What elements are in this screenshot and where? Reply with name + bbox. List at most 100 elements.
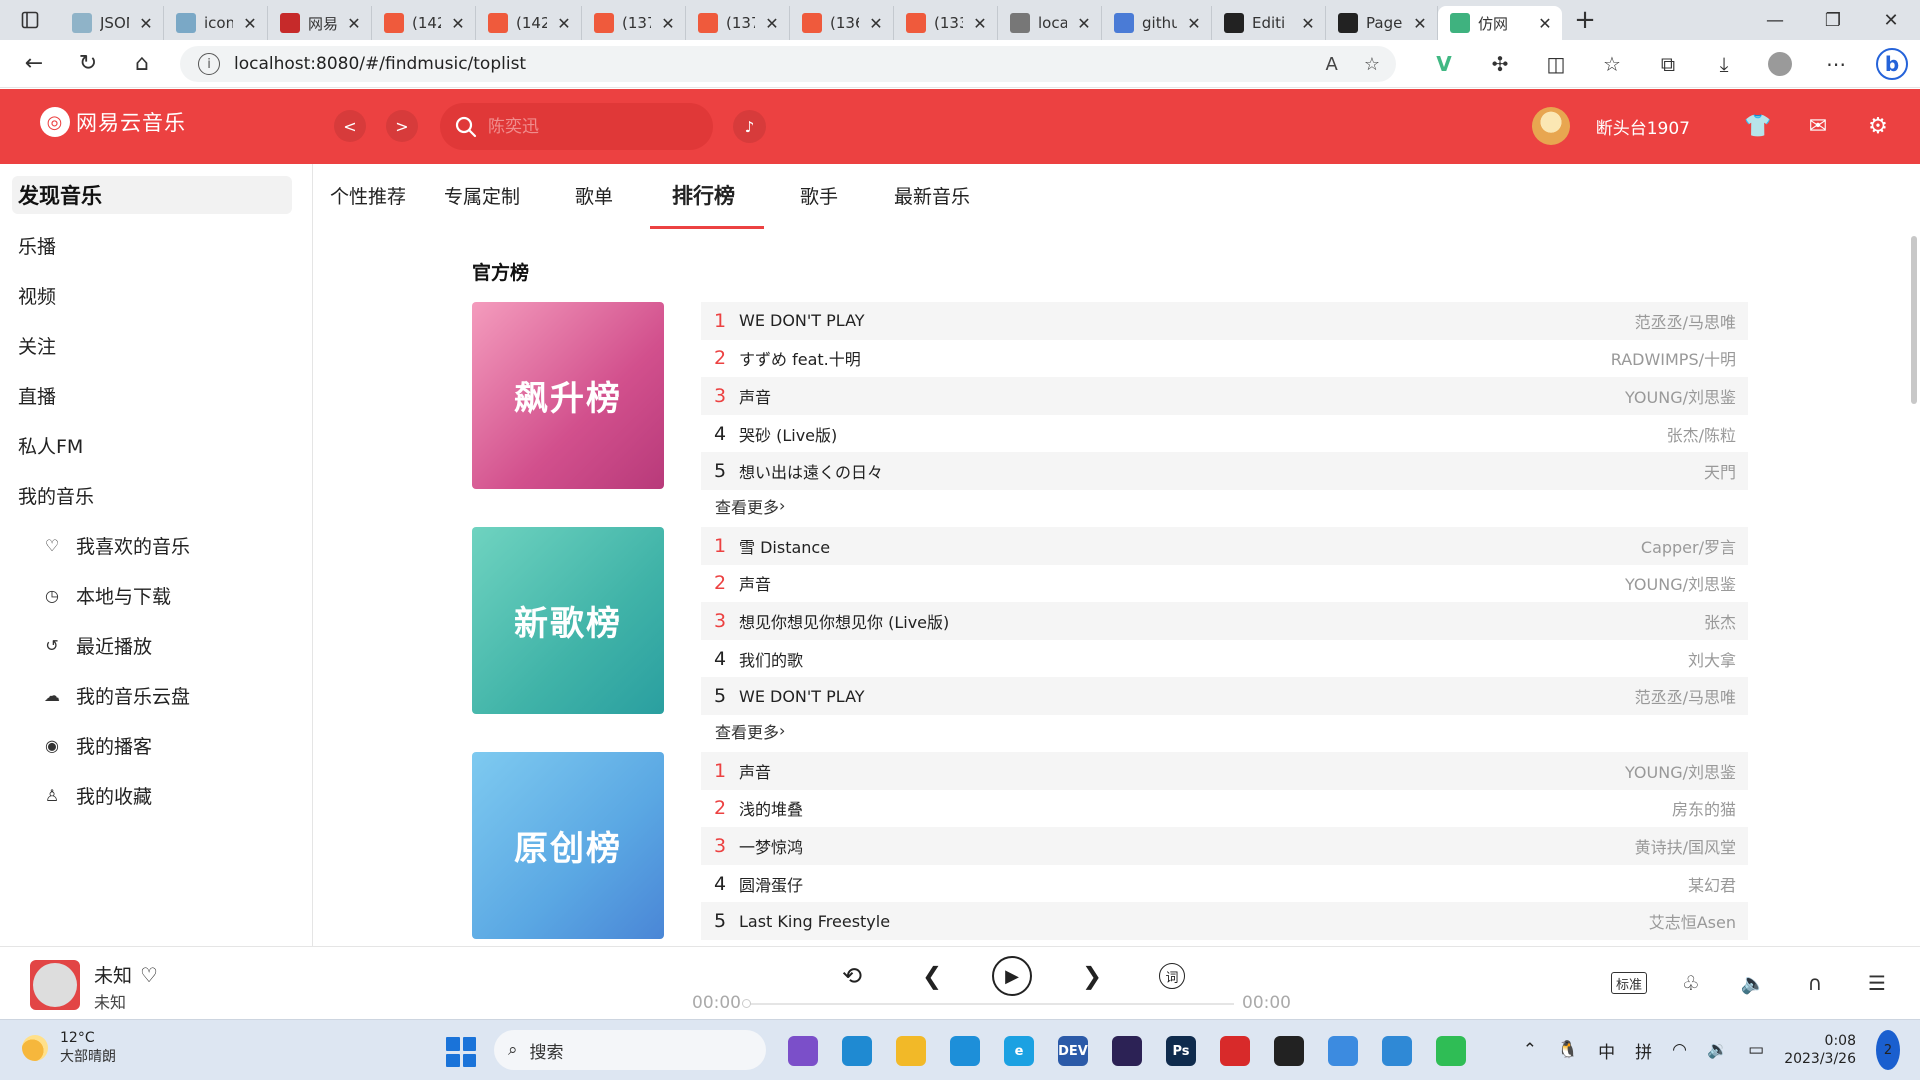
previous-track-icon[interactable]: ❮	[892, 953, 972, 999]
wechat-app-icon[interactable]	[1424, 1030, 1478, 1072]
song-artist[interactable]: 天門	[1704, 459, 1736, 483]
browser-tab[interactable]: githu ✕	[1102, 6, 1212, 40]
now-playing-artist[interactable]: 未知	[94, 989, 126, 1013]
search-input[interactable]	[488, 116, 688, 137]
tab-artists[interactable]: 歌手	[800, 182, 838, 209]
close-window-button[interactable]: ✕	[1862, 0, 1920, 40]
close-tab-icon[interactable]: ✕	[1299, 14, 1317, 33]
see-more-link[interactable]: 查看更多 ›	[701, 490, 1748, 522]
vscode-app-icon[interactable]	[830, 1030, 884, 1072]
browser-tab[interactable]: Page ✕	[1326, 6, 1438, 40]
netease-music-app-icon[interactable]	[1208, 1030, 1262, 1072]
close-tab-icon[interactable]: ✕	[867, 14, 885, 33]
username[interactable]: 断头台1907	[1596, 114, 1690, 139]
sidebar-item-collection[interactable]: ♙ 我的收藏	[42, 782, 152, 809]
tray-overflow-icon[interactable]: ⌃	[1513, 1030, 1547, 1070]
ime-lang[interactable]: 中	[1588, 1030, 1625, 1070]
browser-tab[interactable]: 网易 ✕	[268, 6, 372, 40]
sound-effect-icon[interactable]: ♧	[1660, 965, 1722, 1001]
song-artist[interactable]: RADWIMPS/十明	[1611, 346, 1736, 370]
next-track-icon[interactable]: ❯	[1052, 953, 1132, 999]
song-artist[interactable]: 某幻君	[1688, 872, 1736, 896]
sidebar-item-recent[interactable]: ↺ 最近播放	[42, 632, 152, 659]
image-viewer-app-icon[interactable]	[1370, 1030, 1424, 1072]
song-artist[interactable]: 房东的猫	[1672, 796, 1736, 820]
song-artist[interactable]: Capper/罗言	[1641, 534, 1736, 558]
minimize-button[interactable]: —	[1746, 0, 1804, 40]
scrollbar[interactable]	[1908, 236, 1920, 406]
close-tab-icon[interactable]: ✕	[659, 14, 677, 33]
back-icon[interactable]: ←	[12, 42, 56, 86]
home-icon[interactable]: ⌂	[120, 42, 164, 86]
listen-recognize-icon[interactable]: ♪	[733, 110, 766, 143]
song-artist[interactable]: YOUNG/刘思鉴	[1625, 571, 1736, 595]
playlist-icon[interactable]: ☰	[1846, 965, 1908, 1001]
browser-tab[interactable]: Editi ✕	[1212, 6, 1326, 40]
tab-playlists[interactable]: 歌单	[575, 182, 613, 209]
browser-tab[interactable]: 仿网 ✕	[1438, 6, 1562, 40]
ime-mode[interactable]: 拼	[1625, 1030, 1662, 1070]
notepad-app-icon[interactable]	[1316, 1030, 1370, 1072]
song-artist[interactable]: 范丞丞/马思唯	[1635, 309, 1736, 333]
vue-devtools-icon[interactable]: V	[1416, 40, 1472, 88]
favorites-icon[interactable]: ☆	[1584, 40, 1640, 88]
song-artist[interactable]: YOUNG/刘思鉴	[1625, 759, 1736, 783]
close-tab-icon[interactable]: ✕	[555, 14, 573, 33]
ie-app-icon[interactable]: e	[992, 1030, 1046, 1072]
read-aloud-icon[interactable]: A	[1326, 54, 1338, 75]
song-row[interactable]: 3 想见你想见你想见你 (Live版) 张杰	[701, 602, 1748, 640]
tab-custom[interactable]: 专属定制	[444, 182, 520, 209]
song-row[interactable]: 5 Last King Freestyle 艾志恒Asen	[701, 902, 1748, 940]
bing-copilot-icon[interactable]: b	[1864, 40, 1920, 88]
volume-icon[interactable]: 🔈	[1722, 965, 1784, 1001]
chart-cover[interactable]: 新歌榜	[472, 527, 664, 714]
close-tab-icon[interactable]: ✕	[1536, 14, 1554, 33]
close-tab-icon[interactable]: ✕	[449, 14, 467, 33]
more-menu-icon[interactable]: ⋯	[1808, 40, 1864, 88]
qq-icon[interactable]: 🐧	[1547, 1030, 1588, 1070]
sidebar-item-cloud[interactable]: ☁ 我的音乐云盘	[42, 682, 190, 709]
weather-widget[interactable]: 12°C 大部晴朗	[22, 1030, 116, 1066]
sidebar-item-video[interactable]: 视频	[18, 282, 56, 309]
loop-mode-icon[interactable]: ⟲	[812, 953, 892, 999]
notification-badge[interactable]: 2	[1876, 1030, 1900, 1070]
scrollbar-thumb[interactable]	[1911, 236, 1917, 404]
new-tab-button[interactable]: +	[1562, 3, 1608, 37]
collections-icon[interactable]: ⧉	[1640, 40, 1696, 88]
song-row[interactable]: 4 哭砂 (Live版) 张杰/陈粒	[701, 415, 1748, 453]
song-row[interactable]: 5 WE DON'T PLAY 范丞丞/马思唯	[701, 677, 1748, 715]
song-row[interactable]: 1 WE DON'T PLAY 范丞丞/马思唯	[701, 302, 1748, 340]
now-playing-title[interactable]: 未知	[94, 961, 132, 988]
avatar[interactable]	[1531, 107, 1570, 145]
song-row[interactable]: 2 すずめ feat.十明 RADWIMPS/十明	[701, 340, 1748, 378]
sidebar-item-fm[interactable]: 私人FM	[18, 432, 83, 459]
song-artist[interactable]: 张杰	[1704, 609, 1736, 633]
site-info-icon[interactable]: i	[198, 53, 220, 75]
now-playing-cover[interactable]	[30, 960, 80, 1010]
song-row[interactable]: 5 想い出は遠くの日々 天門	[701, 452, 1748, 490]
tab-recommend[interactable]: 个性推荐	[330, 182, 406, 209]
eclipse-app-icon[interactable]	[1100, 1030, 1154, 1072]
start-menu-icon[interactable]	[446, 1037, 476, 1067]
close-tab-icon[interactable]: ✕	[763, 14, 781, 33]
browser-tab[interactable]: (133 ✕	[894, 6, 998, 40]
battery-icon[interactable]: ▭	[1738, 1030, 1774, 1070]
terminal-app-icon[interactable]	[1262, 1030, 1316, 1072]
chart-cover[interactable]: 飙升榜	[472, 302, 664, 489]
settings-gear-icon[interactable]: ⚙	[1848, 107, 1908, 145]
close-tab-icon[interactable]: ✕	[241, 14, 259, 33]
edge-app-icon[interactable]	[938, 1030, 992, 1072]
song-row[interactable]: 3 声音 YOUNG/刘思鉴	[701, 377, 1748, 415]
chart-cover[interactable]: 原创榜	[472, 752, 664, 939]
wifi-icon[interactable]: ◠	[1662, 1030, 1697, 1070]
devc-app-icon[interactable]: DEV	[1046, 1030, 1100, 1072]
browser-tab[interactable]: (142 ✕	[476, 6, 582, 40]
close-tab-icon[interactable]: ✕	[1075, 14, 1093, 33]
split-screen-icon[interactable]: ◫	[1528, 40, 1584, 88]
song-row[interactable]: 1 声音 YOUNG/刘思鉴	[701, 752, 1748, 790]
close-tab-icon[interactable]: ✕	[1411, 14, 1429, 33]
browser-tab[interactable]: (142 ✕	[372, 6, 476, 40]
sidebar-item-podcast[interactable]: ◉ 我的播客	[42, 732, 152, 759]
sidebar-item-liked[interactable]: ♡ 我喜欢的音乐	[42, 532, 190, 559]
lyrics-button[interactable]: 词	[1132, 953, 1212, 999]
